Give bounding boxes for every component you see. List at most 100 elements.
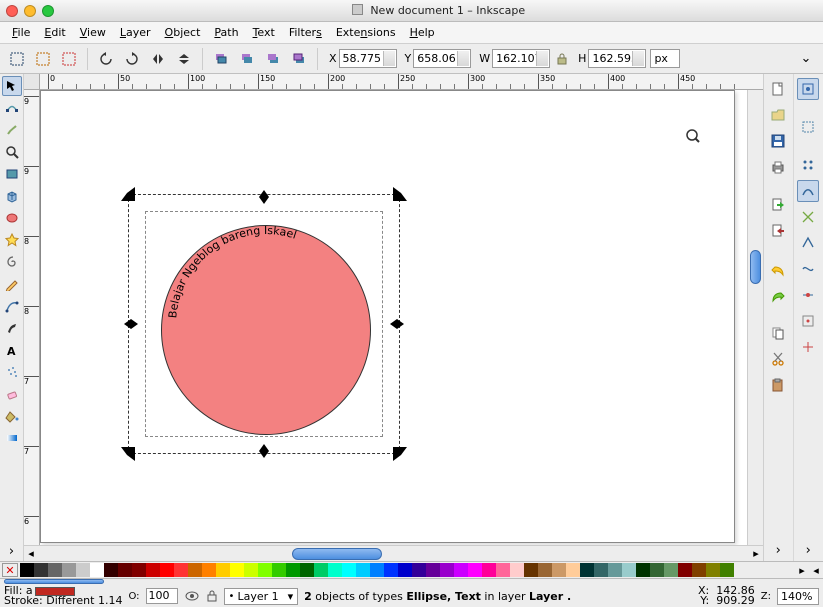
color-swatch[interactable] [692, 563, 706, 577]
color-swatch[interactable] [370, 563, 384, 577]
resize-handle-r[interactable] [385, 319, 409, 329]
color-swatch[interactable] [104, 563, 118, 577]
selector-tool[interactable] [2, 76, 22, 96]
color-swatch[interactable] [230, 563, 244, 577]
color-swatch[interactable] [412, 563, 426, 577]
resize-handle-b[interactable] [259, 439, 269, 463]
menu-extensions[interactable]: Extensions [330, 24, 402, 41]
ellipse-tool[interactable] [2, 208, 22, 228]
zoom-tool[interactable] [2, 142, 22, 162]
color-swatch[interactable] [160, 563, 174, 577]
layer-lock-icon[interactable] [206, 589, 218, 603]
color-swatch[interactable] [216, 563, 230, 577]
tweak-tool[interactable] [2, 120, 22, 140]
color-swatch[interactable] [384, 563, 398, 577]
canvas[interactable]: Belajar Ngeblog bareng Iskael [40, 90, 747, 545]
ellipse-object[interactable] [161, 225, 371, 435]
h-input[interactable]: 162.595 [588, 49, 646, 68]
lower-icon[interactable] [236, 48, 258, 70]
color-swatch[interactable] [314, 563, 328, 577]
resize-handle-tl[interactable] [121, 187, 135, 201]
no-fill-swatch[interactable]: ✕ [2, 563, 18, 577]
menu-path[interactable]: Path [208, 24, 244, 41]
snap-center-icon[interactable] [797, 310, 819, 332]
fill-stroke-indicator[interactable]: Fill: a Stroke: Different 1.14 [4, 586, 122, 606]
menu-object[interactable]: Object [159, 24, 207, 41]
selection-bbox[interactable]: Belajar Ngeblog bareng Iskael [128, 194, 400, 454]
snap-nodes-icon[interactable] [797, 154, 819, 176]
spray-tool[interactable] [2, 362, 22, 382]
color-swatch[interactable] [524, 563, 538, 577]
color-swatch[interactable] [678, 563, 692, 577]
lower-to-bottom-icon[interactable] [210, 48, 232, 70]
opacity-input[interactable]: 100 [146, 588, 178, 604]
color-swatch[interactable] [664, 563, 678, 577]
hscroll-left-icon[interactable]: ◂ [24, 547, 38, 561]
palette-scrollbar-thumb[interactable] [4, 579, 104, 584]
star-tool[interactable] [2, 230, 22, 250]
color-swatch[interactable] [188, 563, 202, 577]
hscroll-right-icon[interactable]: ▸ [749, 547, 763, 561]
menu-layer[interactable]: Layer [114, 24, 157, 41]
resize-handle-tr[interactable] [393, 187, 407, 201]
close-window-button[interactable] [6, 5, 18, 17]
snap-cusp-icon[interactable] [797, 232, 819, 254]
zoom-window-button[interactable] [42, 5, 54, 17]
menu-help[interactable]: Help [404, 24, 441, 41]
menu-text[interactable]: Text [247, 24, 281, 41]
layer-selector[interactable]: •Layer 1▾ [224, 588, 299, 605]
color-swatch[interactable] [496, 563, 510, 577]
color-swatch[interactable] [286, 563, 300, 577]
redo-icon[interactable] [767, 284, 789, 306]
zoom-to-fit-icon[interactable] [685, 128, 701, 144]
color-swatch[interactable] [440, 563, 454, 577]
color-swatch[interactable] [118, 563, 132, 577]
bezier-tool[interactable] [2, 296, 22, 316]
toolbar-overflow-icon[interactable]: ⌄ [795, 48, 817, 70]
resize-handle-l[interactable] [119, 319, 143, 329]
color-swatch[interactable] [454, 563, 468, 577]
eraser-tool[interactable] [2, 384, 22, 404]
ruler-horizontal[interactable]: 050100150200250300350400450 [40, 74, 763, 90]
cut-icon[interactable] [767, 348, 789, 370]
color-swatch[interactable] [706, 563, 720, 577]
new-document-icon[interactable] [767, 78, 789, 100]
menu-edit[interactable]: Edit [38, 24, 71, 41]
color-swatch[interactable] [272, 563, 286, 577]
color-swatch[interactable] [510, 563, 524, 577]
color-swatch[interactable] [398, 563, 412, 577]
lock-aspect-icon[interactable] [554, 51, 570, 67]
select-all-icon[interactable] [32, 48, 54, 70]
paste-icon[interactable] [767, 374, 789, 396]
right-col2-more-icon[interactable]: › [797, 539, 819, 561]
spiral-tool[interactable] [2, 252, 22, 272]
snap-enable-icon[interactable] [797, 78, 819, 100]
flip-vertical-icon[interactable] [173, 48, 195, 70]
rotate-ccw-icon[interactable] [95, 48, 117, 70]
color-swatch[interactable] [594, 563, 608, 577]
color-swatch[interactable] [580, 563, 594, 577]
resize-handle-t[interactable] [259, 185, 269, 209]
text-tool[interactable]: A [2, 340, 22, 360]
color-swatch[interactable] [356, 563, 370, 577]
snap-intersections-icon[interactable] [797, 206, 819, 228]
resize-handle-bl[interactable] [121, 447, 135, 461]
color-swatch[interactable] [468, 563, 482, 577]
color-swatch[interactable] [608, 563, 622, 577]
raise-icon[interactable] [262, 48, 284, 70]
w-input[interactable]: 162.107 [492, 49, 550, 68]
color-swatch[interactable] [48, 563, 62, 577]
color-swatch[interactable] [552, 563, 566, 577]
ruler-vertical[interactable]: 9988776 [24, 90, 40, 545]
undo-icon[interactable] [767, 258, 789, 280]
color-swatch[interactable] [146, 563, 160, 577]
color-swatch[interactable] [328, 563, 342, 577]
color-swatch[interactable] [62, 563, 76, 577]
palette-scroll-icon[interactable]: ▸ [795, 564, 809, 577]
color-swatch[interactable] [244, 563, 258, 577]
x-input[interactable]: 58.775 [339, 49, 397, 68]
menu-view[interactable]: View [74, 24, 112, 41]
paintbucket-tool[interactable] [2, 406, 22, 426]
color-swatch[interactable] [34, 563, 48, 577]
color-swatch[interactable] [258, 563, 272, 577]
